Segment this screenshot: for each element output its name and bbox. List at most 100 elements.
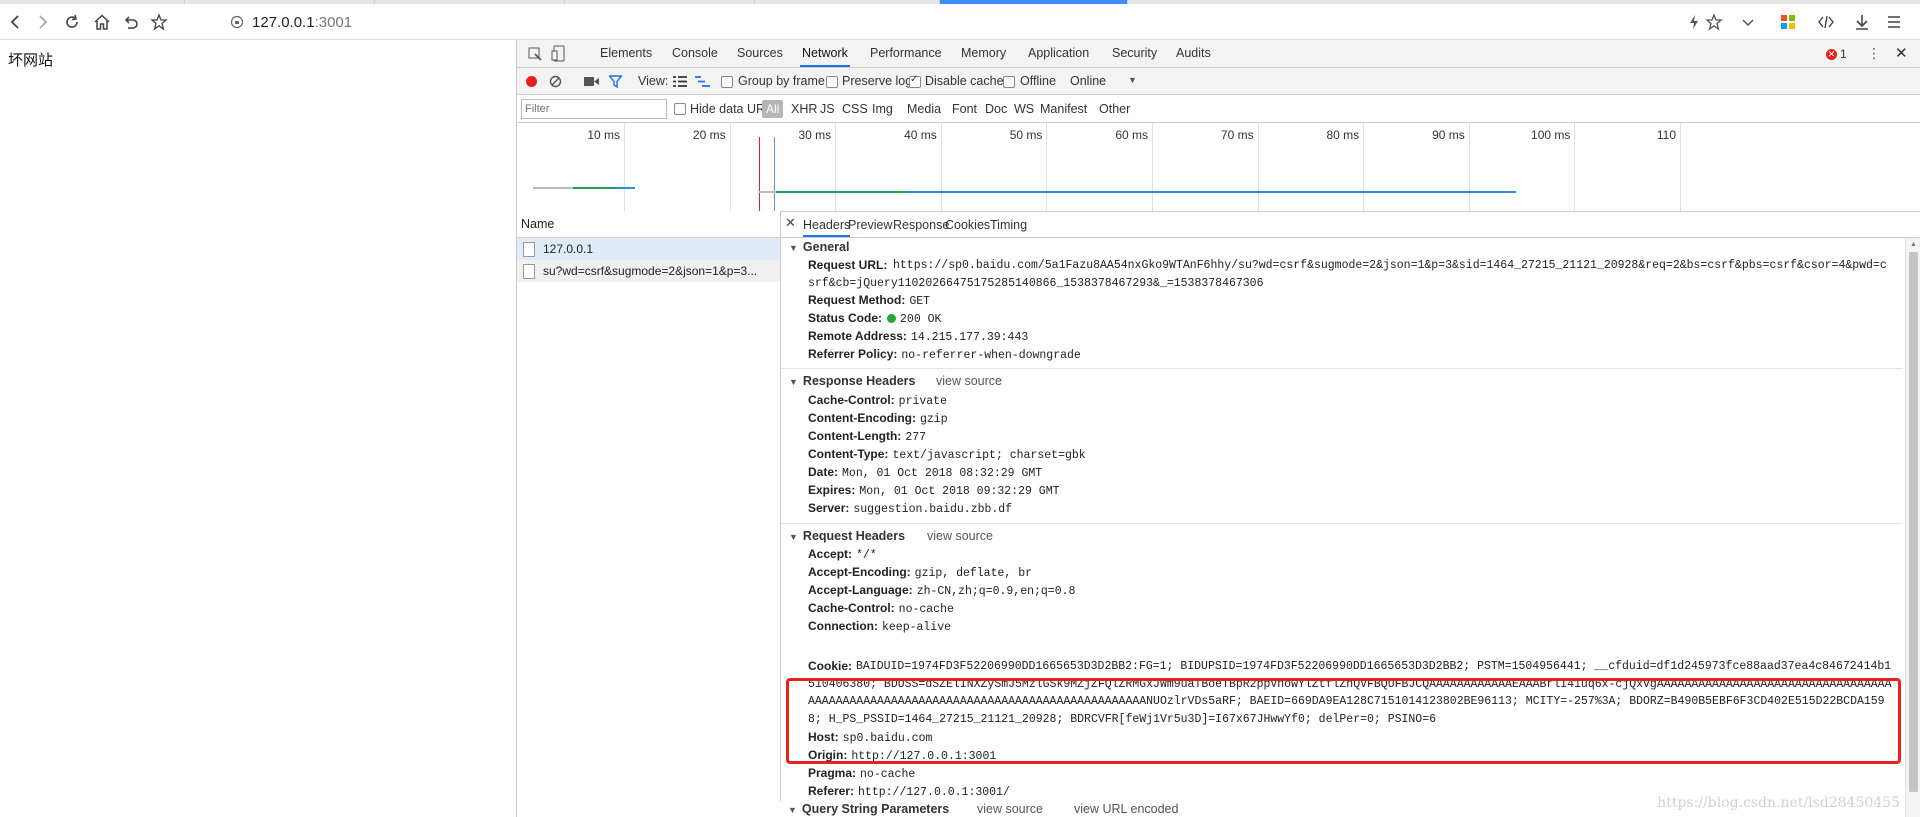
- devtools-tab-sources[interactable]: Sources: [735, 40, 785, 67]
- header-key: Status Code:: [808, 311, 883, 325]
- type-filter-css[interactable]: CSS: [842, 102, 868, 116]
- throttle-select[interactable]: Online: [1070, 74, 1106, 88]
- devtools-tab-security[interactable]: Security: [1110, 40, 1159, 67]
- type-filter-media[interactable]: Media: [907, 102, 941, 116]
- cookie-value: BAIDUID=1974FD3F52206990DD1665653D3D2BB2…: [808, 660, 1892, 726]
- section-divider: [781, 523, 1903, 524]
- devtools-tab-elements[interactable]: Elements: [598, 40, 654, 67]
- timeline-gridline: [1468, 123, 1470, 211]
- timeline-tick-label: 50 ms: [1009, 128, 1043, 142]
- type-filter-ws[interactable]: WS: [1014, 102, 1034, 116]
- devtools-tab-network[interactable]: Network: [800, 40, 850, 67]
- forward-arrow-icon: [39, 15, 48, 29]
- scrollbar-thumb[interactable]: [1909, 252, 1918, 792]
- timeline-tick-label: 30 ms: [798, 128, 832, 142]
- details-tab-headers[interactable]: Headers: [803, 211, 851, 237]
- view-url-encoded-link[interactable]: view URL encoded: [1074, 802, 1178, 816]
- devtools-tab-performance[interactable]: Performance: [868, 40, 944, 67]
- name-column-header[interactable]: Name: [517, 211, 780, 238]
- devtools-tab-audits[interactable]: Audits: [1174, 40, 1213, 67]
- details-scrollbar[interactable]: ▲: [1905, 238, 1920, 817]
- favorite-button[interactable]: [1702, 10, 1726, 34]
- menu-button[interactable]: [1882, 10, 1906, 34]
- more-options-icon[interactable]: ⋮: [1867, 45, 1881, 62]
- timeline-tick-label: 100 ms: [1531, 128, 1571, 142]
- timeline-gridline: [1680, 123, 1681, 211]
- offline-checkbox[interactable]: [1003, 76, 1015, 88]
- type-filter-all[interactable]: All: [762, 100, 784, 118]
- back-button[interactable]: [4, 10, 28, 34]
- forward-button[interactable]: [30, 10, 54, 34]
- inspect-element-icon[interactable]: [527, 46, 543, 62]
- header-row: Content-Length: 277: [808, 429, 926, 444]
- download-icon: [1856, 15, 1868, 30]
- network-overview-timeline[interactable]: 10 ms 20 ms 30 ms 40 ms 50 ms 60 ms 70 ms 80 ms…: [517, 123, 1920, 212]
- details-tab-cookies[interactable]: Cookies: [945, 211, 990, 237]
- header-key: Referer:: [808, 784, 855, 798]
- details-tab-timing[interactable]: Timing: [990, 211, 1027, 237]
- view-source-link[interactable]: view source: [936, 374, 1002, 388]
- devtools-tab-memory[interactable]: Memory: [959, 40, 1008, 67]
- header-row: Cache-Control: no-cache: [808, 601, 954, 616]
- apps-button[interactable]: [1776, 10, 1800, 34]
- response-headers-section-title[interactable]: ▼ Response Headers: [789, 374, 915, 388]
- header-row: Remote Address: 14.215.177.39:443: [808, 329, 1028, 344]
- list-view-icon[interactable]: [673, 76, 687, 87]
- request-row[interactable]: 127.0.0.1: [517, 238, 780, 260]
- header-row: Referrer Policy: no-referrer-when-downgra…: [808, 347, 1081, 362]
- undo-close-tab-button[interactable]: [119, 10, 143, 34]
- header-row: Origin: http://127.0.0.1:3001: [808, 748, 996, 763]
- address-bar[interactable]: 127.0.0.1:3001: [222, 8, 1662, 36]
- details-tab-preview[interactable]: Preview: [848, 211, 892, 237]
- device-toggle-icon[interactable]: [551, 45, 567, 62]
- secure-lock-icon: [230, 15, 244, 29]
- dev-tools-button[interactable]: [1814, 10, 1838, 34]
- view-source-link[interactable]: view source: [927, 529, 993, 543]
- type-filter-manifest[interactable]: Manifest: [1040, 102, 1087, 116]
- hide-data-urls-checkbox[interactable]: [674, 103, 686, 115]
- devtools-tab-console[interactable]: Console: [670, 40, 720, 67]
- header-key: Origin:: [808, 748, 848, 762]
- section-title-text: Query String Parameters: [801, 802, 950, 816]
- record-button[interactable]: [526, 76, 537, 87]
- video-capture-icon[interactable]: [584, 76, 599, 87]
- details-tab-response[interactable]: Response: [893, 211, 949, 237]
- request-bar: [759, 191, 776, 193]
- offline-label: Offline: [1020, 74, 1056, 88]
- dropdown-button[interactable]: [1736, 10, 1760, 34]
- query-string-section-title[interactable]: ▼ Query String Parameters: [788, 802, 949, 816]
- view-source-link[interactable]: view source: [977, 802, 1043, 816]
- error-count-badge[interactable]: ✕ 1: [1826, 47, 1847, 61]
- header-key: Host:: [808, 730, 839, 744]
- scroll-up-arrow-icon[interactable]: ▲: [1910, 241, 1917, 248]
- type-filter-img[interactable]: Img: [872, 102, 893, 116]
- type-filter-other[interactable]: Other: [1099, 102, 1130, 116]
- type-filter-doc[interactable]: Doc: [985, 102, 1007, 116]
- download-button[interactable]: [1850, 10, 1874, 34]
- request-row[interactable]: su?wd=csrf&sugmode=2&json=1&p=3...: [517, 260, 780, 282]
- filter-funnel-icon[interactable]: [609, 75, 622, 88]
- filter-input[interactable]: [521, 99, 667, 119]
- clear-icon[interactable]: [549, 75, 562, 88]
- type-filter-js[interactable]: JS: [820, 102, 835, 116]
- close-devtools-icon[interactable]: ✕: [1895, 44, 1908, 62]
- bookmark-star-button[interactable]: [147, 10, 171, 34]
- preserve-log-label: Preserve log: [842, 74, 913, 88]
- close-details-icon[interactable]: ✕: [785, 215, 796, 231]
- type-filter-font[interactable]: Font: [952, 102, 977, 116]
- type-filter-xhr[interactable]: XHR: [791, 102, 817, 116]
- group-by-frame-checkbox[interactable]: [721, 76, 733, 88]
- preserve-log-checkbox[interactable]: [826, 76, 838, 88]
- general-section-title[interactable]: ▼ General: [789, 240, 849, 254]
- dom-content-loaded-marker: [759, 137, 760, 211]
- header-value: 277: [905, 431, 927, 444]
- devtools-tab-application[interactable]: Application: [1026, 40, 1091, 67]
- section-title-text: General: [802, 240, 850, 254]
- dropdown-arrow-icon[interactable]: ▼: [1128, 75, 1137, 85]
- reload-button[interactable]: [60, 10, 84, 34]
- request-headers-section-title[interactable]: ▼ Request Headers: [789, 529, 905, 543]
- waterfall-view-icon[interactable]: [695, 76, 710, 87]
- disable-cache-checkbox[interactable]: [909, 74, 921, 88]
- home-button[interactable]: [90, 10, 114, 34]
- timeline-gridline: [835, 123, 837, 211]
